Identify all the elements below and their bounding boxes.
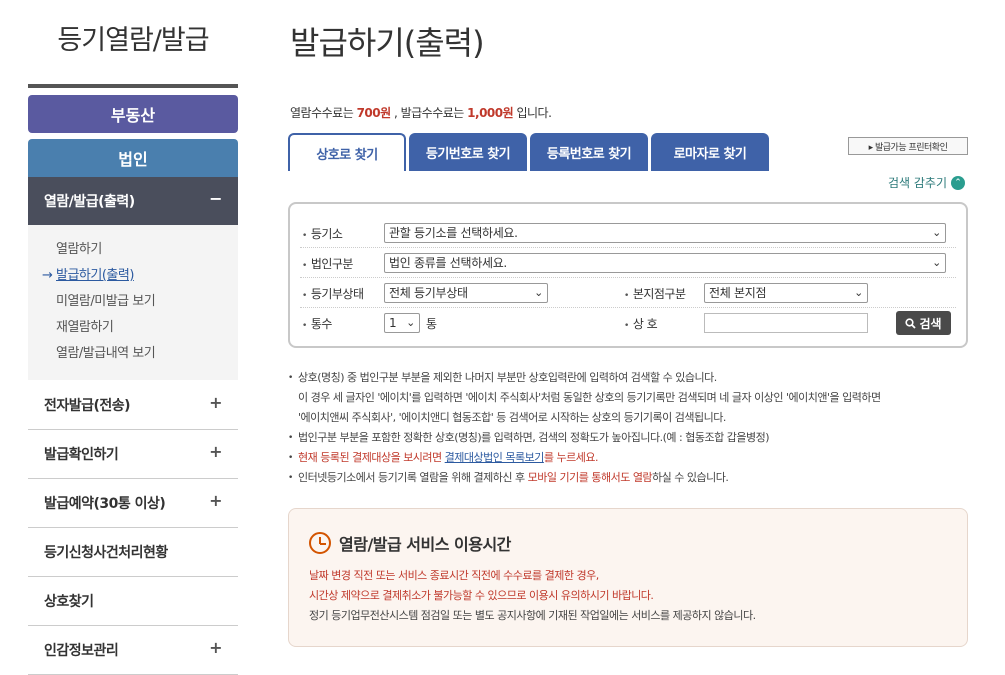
tab-by-name[interactable]: 상호로 찾기 [288,133,406,171]
chevron-down-icon: ⌄ [932,226,941,239]
alarm-clock-icon [309,532,331,554]
fee-text: 입니다. [513,106,552,120]
sidebar-item-label: 인감정보관리 [44,643,119,659]
submenu-item-unviewed[interactable]: 미열람/미발급 보기 [28,291,238,317]
note-text: 인터넷등기소에서 등기기록 열람을 위해 결제하신 후 [298,471,528,484]
fee-notice: 열람수수료는 700원 , 발급수수료는 1,000원 입니다. [290,104,552,121]
expand-icon[interactable]: + [209,491,222,510]
note-item: 현재 등록된 결제대상을 보시려면 결제대상법인 목록보기를 누르세요. [288,448,978,468]
current-arrow-icon: → [42,268,53,283]
search-form: 등기소 관할 등기소를 선택하세요. ⌄ 법인구분 법인 종류를 선택하세요. … [288,202,968,348]
name-label: 상 호 [624,315,658,332]
submenu-item-history[interactable]: 열람/발급내역 보기 [28,343,238,369]
service-notes: 날짜 변경 직전 또는 서비스 종료시간 직전에 수수료를 결제한 경우, 시간… [309,566,756,626]
sidebar-item-reserve[interactable]: 발급예약(30통 이상) + [28,479,238,528]
registry-label: 등기소 [302,225,343,242]
note-item-continued: 이 경우 세 글자인 '에이치'를 입력하면 '에이치 주식회사'처럼 동일한 … [298,391,881,404]
issue-fee: 1,000원 [467,106,514,120]
submenu-item-view[interactable]: 열람하기 [28,239,238,265]
service-line: 정기 등기업무전산시스템 점검일 또는 별도 공지사항에 기재된 작업일에는 서… [309,609,756,622]
corp-type-select-value: 법인 종류를 선택하세요. [389,256,507,270]
registry-select-value: 관할 등기소를 선택하세요. [389,226,518,240]
expand-icon[interactable]: + [209,638,222,657]
sidebar-title: 등기열람/발급 [57,25,209,56]
registry-select[interactable]: 관할 등기소를 선택하세요. ⌄ [384,223,946,243]
sidebar-item-label: 전자발급(전송) [44,398,131,414]
view-fee: 700원 [356,106,392,120]
submenu-item-label: 발급하기(출력) [56,268,134,283]
row-status-branch: 등기부상태 전체 등기부상태 ⌄ 본지점구분 전체 본지점 ⌄ [300,278,956,308]
sidebar-item-label: 열람/발급(출력) [44,194,135,210]
status-select-value: 전체 등기부상태 [389,286,468,300]
note-item: 인터넷등기소에서 등기기록 열람을 위해 결제하신 후 모바일 기기를 통해서도… [288,468,978,488]
sidebar-item-e-issue[interactable]: 전자발급(전송) + [28,381,238,430]
row-copies-name: 통수 1 ⌄ 통 상 호 검색 [300,308,956,338]
service-line: 시간상 제약으로 결제취소가 불가능할 수 있으므로 이용시 유의하시기 바랍니… [309,589,654,602]
sidebar-item-view-issue[interactable]: 열람/발급(출력) − [28,177,238,225]
tab-by-reg-number[interactable]: 등기번호로 찾기 [409,133,527,171]
sidebar-item-label: 상호찾기 [44,594,94,610]
branch-select-value: 전체 본지점 [709,286,767,300]
note-item-continued: '에이치앤씨 주식회사', '에이치앤디 협동조합' 등 검색어로 시작하는 상… [298,411,726,424]
row-corp-type: 법인구분 법인 종류를 선택하세요. ⌄ [300,248,956,278]
printer-check-button[interactable]: ▸ 발급가능 프린터확인 [848,137,968,155]
hide-search-link[interactable]: 검색 감추기 ⌃ [888,174,966,191]
service-title: 열람/발급 서비스 이용시간 [309,531,511,555]
branch-select[interactable]: 전체 본지점 ⌄ [704,283,868,303]
chevron-down-icon: ⌄ [534,286,543,299]
sidebar-item-seal-info[interactable]: 인감정보관리 + [28,626,238,675]
sidebar-item-label: 발급예약(30통 이상) [44,496,166,512]
note-red-text: 를 누르세요. [543,451,599,464]
submenu-item-issue-current[interactable]: → 발급하기(출력) [28,265,238,291]
note-red-text: 현재 등록된 결제대상을 보시려면 [298,451,445,464]
sidebar-item-case-status[interactable]: 등기신청사건처리현황 [28,528,238,577]
note-text: 하실 수 있습니다. [652,471,729,484]
expand-icon[interactable]: + [209,393,222,412]
tab-by-roman[interactable]: 로마자로 찾기 [651,133,769,171]
sidebar-item-name-search[interactable]: 상호찾기 [28,577,238,626]
corp-type-label: 법인구분 [302,255,354,272]
payment-target-list-link[interactable]: 결제대상법인 목록보기 [445,451,545,464]
sidebar-item-verify[interactable]: 발급확인하기 + [28,430,238,479]
sidebar-divider [28,84,238,88]
search-tabs: 상호로 찾기 등기번호로 찾기 등록번호로 찾기 로마자로 찾기 [288,133,772,171]
company-name-input[interactable] [704,313,868,333]
note-item: 상호(명칭) 중 법인구분 부분을 제외한 나머지 부분만 상호입력란에 입력하… [288,368,978,388]
page-title: 발급하기(출력) [290,24,485,62]
corporation-button[interactable]: 법인 [28,139,238,177]
sidebar-submenu: 열람하기 → 발급하기(출력) 미열람/미발급 보기 재열람하기 열람/발급내역… [28,225,238,380]
fee-text: 열람수수료는 [290,106,357,120]
chevron-down-icon: ⌄ [854,286,863,299]
fee-text: , 발급수수료는 [390,106,468,120]
collapse-icon[interactable]: − [209,189,222,208]
sidebar-item-label: 발급확인하기 [44,447,119,463]
branch-label: 본지점구분 [624,285,686,302]
sidebar-item-label: 등기신청사건처리현황 [44,545,168,561]
copies-select[interactable]: 1 ⌄ [384,313,420,333]
copies-select-value: 1 [389,316,397,330]
chevron-down-icon: ⌄ [932,256,941,269]
tab-by-registration-number[interactable]: 등록번호로 찾기 [530,133,648,171]
search-button-label: 검색 [919,316,942,331]
search-notes: 상호(명칭) 중 법인구분 부분을 제외한 나머지 부분만 상호입력란에 입력하… [288,368,978,488]
service-hours-box: 열람/발급 서비스 이용시간 날짜 변경 직전 또는 서비스 종료시간 직전에 … [288,508,968,647]
chevron-down-icon: ⌄ [406,316,415,329]
search-icon [905,317,917,329]
corp-type-select[interactable]: 법인 종류를 선택하세요. ⌄ [384,253,946,273]
realty-button[interactable]: 부동산 [28,95,238,133]
expand-icon[interactable]: + [209,442,222,461]
chevron-up-icon: ⌃ [951,175,966,190]
status-label: 등기부상태 [302,285,364,302]
search-button[interactable]: 검색 [896,311,951,335]
service-line: 날짜 변경 직전 또는 서비스 종료시간 직전에 수수료를 결제한 경우, [309,569,599,582]
note-item: 법인구분 부분을 포함한 정확한 상호(명칭)를 입력하면, 검색의 정확도가 … [288,428,978,448]
hide-search-label: 검색 감추기 [888,176,948,190]
row-registry: 등기소 관할 등기소를 선택하세요. ⌄ [300,218,956,248]
copies-unit: 통 [426,317,438,331]
copies-label: 통수 [302,315,333,332]
submenu-item-review[interactable]: 재열람하기 [28,317,238,343]
note-red-text: 모바일 기기를 통해서도 열람 [527,471,653,484]
service-title-text: 열람/발급 서비스 이용시간 [339,535,511,554]
status-select[interactable]: 전체 등기부상태 ⌄ [384,283,548,303]
